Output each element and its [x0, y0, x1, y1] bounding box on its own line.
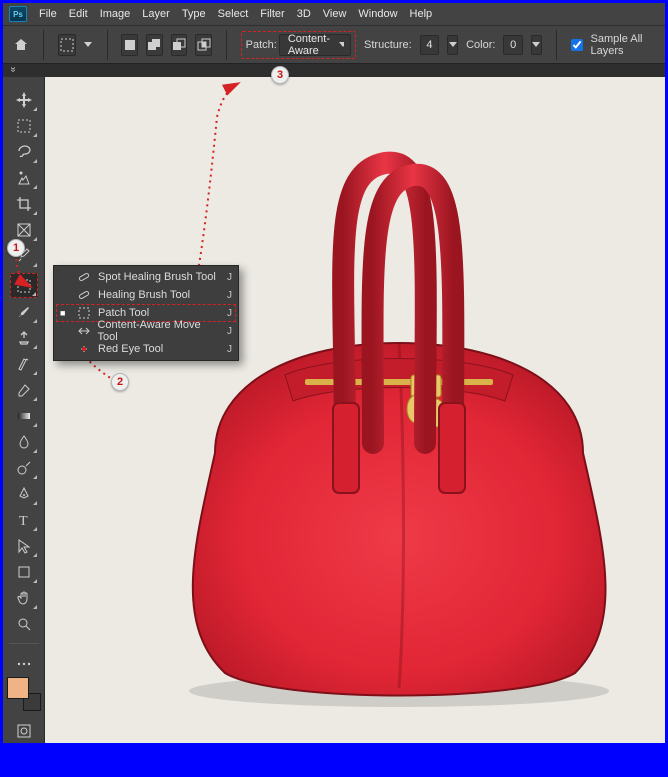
- divider: [107, 30, 108, 60]
- dodge-tool[interactable]: [10, 455, 38, 480]
- fly-item-label: Patch Tool: [98, 307, 149, 319]
- app-badge: Ps: [9, 6, 27, 22]
- menu-window[interactable]: Window: [358, 8, 397, 20]
- mode-subtract-selection-icon[interactable]: [171, 34, 188, 56]
- chevron-down-icon[interactable]: [84, 37, 93, 53]
- menu-select[interactable]: Select: [218, 8, 249, 20]
- shape-tool[interactable]: [10, 559, 38, 584]
- menu-layer[interactable]: Layer: [142, 8, 170, 20]
- patch-label: Patch:: [246, 39, 277, 51]
- sample-all-layers-checkbox[interactable]: [571, 39, 583, 51]
- shortcut-key: J: [227, 290, 232, 301]
- menu-edit[interactable]: Edit: [69, 8, 88, 20]
- move-arrows-icon: [76, 324, 92, 338]
- color-label: Color:: [466, 39, 495, 51]
- menu-bar: Ps File Edit Image Layer Type Select Fil…: [3, 3, 665, 25]
- fly-item-label: Spot Healing Brush Tool: [98, 271, 216, 283]
- color-swatches[interactable]: [7, 677, 41, 711]
- menu-image[interactable]: Image: [100, 8, 131, 20]
- divider: [9, 643, 39, 644]
- shortcut-key: J: [227, 308, 232, 319]
- fly-item-label: Red Eye Tool: [98, 343, 163, 355]
- eraser-tool[interactable]: [10, 377, 38, 402]
- lasso-tool[interactable]: [10, 139, 38, 164]
- divider: [43, 30, 44, 60]
- shortcut-key: J: [227, 272, 232, 283]
- zoom-tool[interactable]: [10, 611, 38, 636]
- check-icon: ■: [60, 308, 70, 318]
- patch-mode-dropdown[interactable]: Content-Aware: [279, 34, 351, 56]
- patch-mode-group: Patch: Content-Aware: [241, 31, 356, 59]
- current-tool-preset[interactable]: [58, 34, 76, 56]
- tools-panel: T: [3, 77, 45, 743]
- brush-tool[interactable]: [10, 299, 38, 324]
- menu-filter[interactable]: Filter: [260, 8, 284, 20]
- blur-tool[interactable]: [10, 429, 38, 454]
- history-brush-tool[interactable]: [10, 351, 38, 376]
- fly-item-label: Healing Brush Tool: [98, 289, 190, 301]
- structure-stepper[interactable]: [447, 35, 458, 55]
- foreground-swatch[interactable]: [7, 677, 29, 699]
- home-icon[interactable]: [13, 37, 29, 53]
- fly-content-aware-move[interactable]: Content-Aware Move Tool J: [56, 322, 236, 340]
- bandage-icon: [76, 270, 92, 284]
- gradient-tool[interactable]: [10, 403, 38, 428]
- pen-tool[interactable]: [10, 481, 38, 506]
- path-selection-tool[interactable]: [10, 533, 38, 558]
- structure-input[interactable]: 4: [420, 35, 440, 55]
- quick-selection-tool[interactable]: [10, 165, 38, 190]
- shortcut-key: J: [227, 344, 232, 355]
- patch-icon: [76, 306, 92, 320]
- patch-mode-value: Content-Aware: [288, 33, 333, 57]
- sample-all-layers-label: Sample All Layers: [591, 33, 656, 57]
- divider: [226, 30, 227, 60]
- menu-view[interactable]: View: [323, 8, 347, 20]
- menu-3d[interactable]: 3D: [297, 8, 311, 20]
- menu-type[interactable]: Type: [182, 8, 206, 20]
- structure-label: Structure:: [364, 39, 412, 51]
- callout-3: 3: [271, 66, 289, 84]
- callout-2: 2: [111, 373, 129, 391]
- menu-help[interactable]: Help: [410, 8, 433, 20]
- type-tool[interactable]: T: [10, 507, 38, 532]
- fly-spot-healing[interactable]: Spot Healing Brush Tool J: [56, 268, 236, 286]
- bandage-icon: [76, 288, 92, 302]
- red-eye-icon: [76, 342, 92, 356]
- canvas-image: [155, 143, 643, 713]
- shortcut-key: J: [227, 326, 232, 337]
- fly-red-eye[interactable]: Red Eye Tool J: [56, 340, 236, 358]
- color-input[interactable]: 0: [503, 35, 523, 55]
- healing-tools-flyout: Spot Healing Brush Tool J Healing Brush …: [53, 265, 239, 361]
- menu-file[interactable]: File: [39, 8, 57, 20]
- healing-tool-group[interactable]: [10, 273, 38, 298]
- tab-drag-handle-icon[interactable]: »: [7, 67, 18, 75]
- callout-1: 1: [7, 239, 25, 257]
- options-bar: Patch: Content-Aware Structure: 4 Color:…: [3, 25, 665, 63]
- clone-stamp-tool[interactable]: [10, 325, 38, 350]
- move-tool[interactable]: [10, 87, 38, 112]
- document-canvas[interactable]: [45, 77, 665, 743]
- document-tab-strip: »: [3, 63, 665, 77]
- marquee-tool[interactable]: [10, 113, 38, 138]
- svg-text:T: T: [19, 514, 28, 528]
- quick-mask-toggle[interactable]: [10, 718, 38, 743]
- color-stepper[interactable]: [531, 35, 542, 55]
- hand-tool[interactable]: [10, 585, 38, 610]
- mode-add-selection-icon[interactable]: [146, 34, 163, 56]
- divider: [556, 30, 557, 60]
- crop-tool[interactable]: [10, 191, 38, 216]
- mode-new-selection-icon[interactable]: [121, 34, 138, 56]
- fly-healing-brush[interactable]: Healing Brush Tool J: [56, 286, 236, 304]
- edit-toolbar[interactable]: [10, 651, 38, 676]
- mode-intersect-selection-icon[interactable]: [195, 34, 212, 56]
